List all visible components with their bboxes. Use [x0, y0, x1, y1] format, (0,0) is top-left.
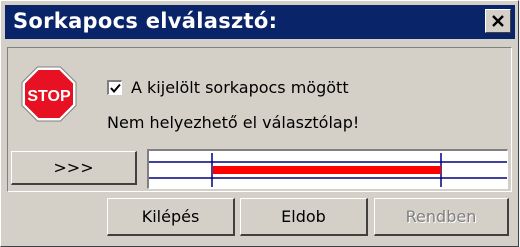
warning-message: Nem helyezhető el választólap!	[107, 113, 360, 132]
stop-sign-icon: STOP	[21, 66, 77, 122]
separator-preview	[147, 149, 508, 189]
checkbox[interactable]	[107, 80, 122, 95]
checkbox-label[interactable]: A kijelölt sorkapocs mögött	[131, 78, 349, 97]
title-bar[interactable]: Sorkapocs elválasztó:	[5, 5, 515, 39]
checkbox-row[interactable]: A kijelölt sorkapocs mögött	[107, 78, 349, 97]
ok-button-disabled: Rendben	[374, 198, 509, 236]
drop-button[interactable]: Eldob	[240, 198, 368, 236]
stop-icon-text: STOP	[27, 88, 71, 105]
checkmark-icon	[109, 83, 121, 93]
close-button[interactable]	[485, 9, 511, 33]
exit-button[interactable]: Kilépés	[107, 198, 235, 236]
more-button[interactable]: >>>	[11, 151, 137, 185]
close-icon	[492, 15, 504, 27]
dialog-window: Sorkapocs elválasztó: STOP A kijelölt so…	[0, 0, 519, 247]
dialog-title: Sorkapocs elválasztó:	[13, 9, 278, 33]
separator-preview-graphic	[149, 153, 507, 187]
